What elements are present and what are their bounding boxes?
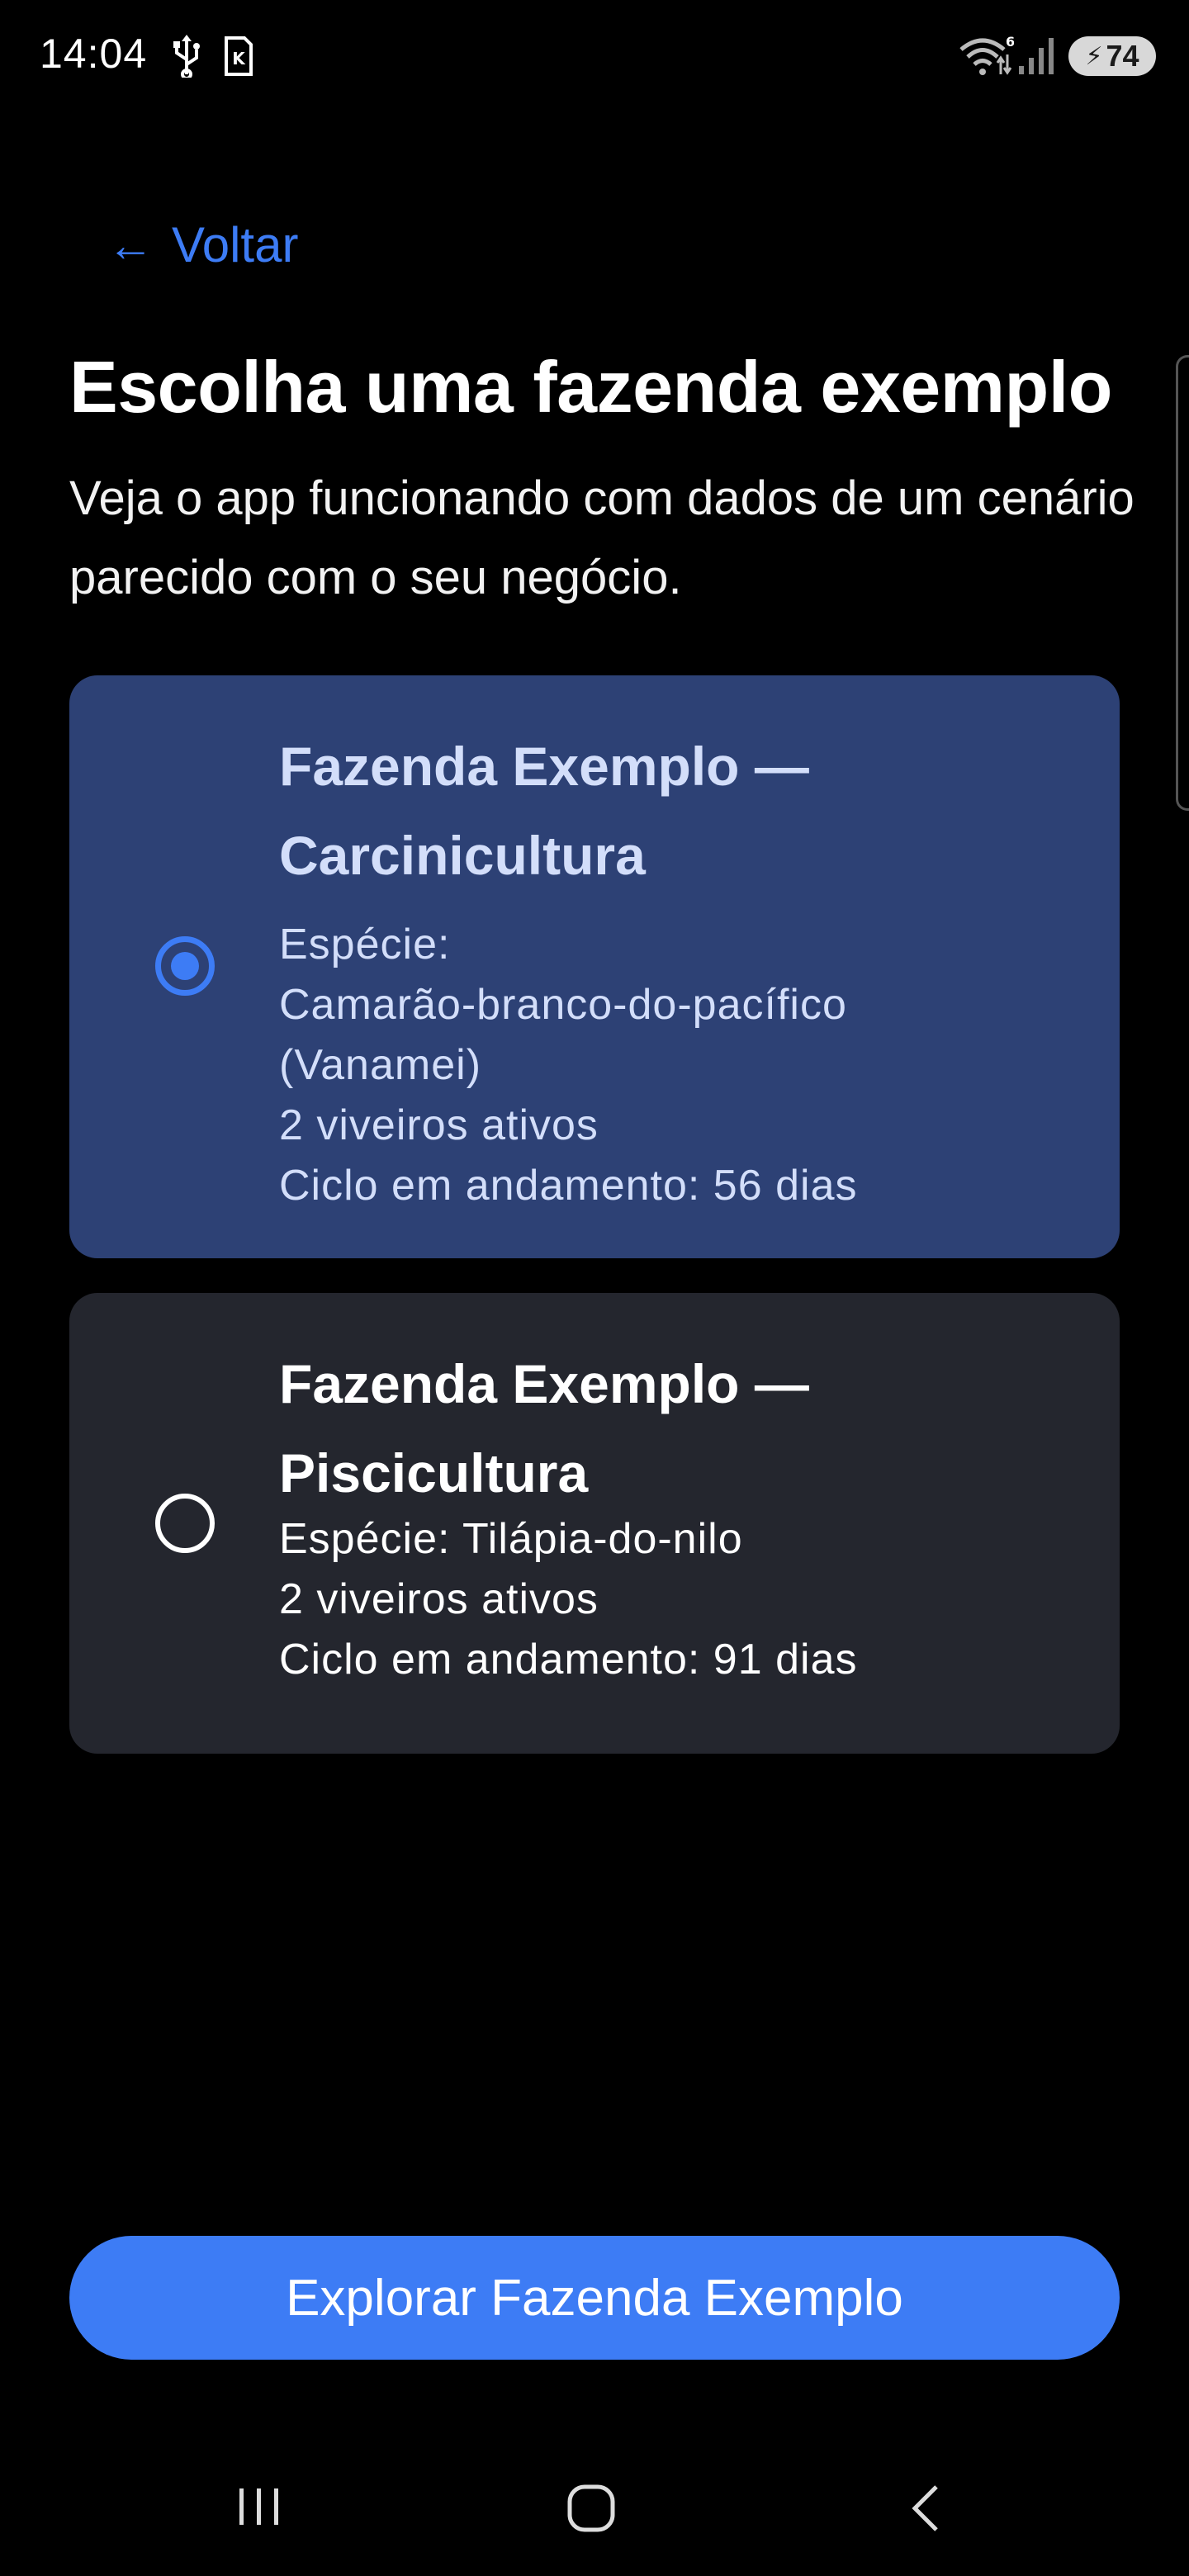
farm-species: Espécie: Tilápia-do-nilo bbox=[279, 1515, 743, 1563]
back-arrow-icon: ← bbox=[107, 219, 154, 271]
farm-title: Fazenda Exemplo — Piscicultura bbox=[279, 1353, 809, 1503]
status-time: 14:04 bbox=[40, 31, 148, 77]
farm-option-piscicultura[interactable]: Fazenda Exemplo — Piscicultura Espécie: … bbox=[69, 1293, 1120, 1754]
farm-species: Espécie: Camarão-branco-do-pacífico (Van… bbox=[279, 921, 847, 1089]
radio-unselected[interactable] bbox=[155, 1494, 215, 1553]
recent-apps-icon[interactable] bbox=[234, 2482, 284, 2531]
farm-option-carcinicultura[interactable]: Fazenda Exemplo — Carcinicultura Espécie… bbox=[69, 675, 1120, 1258]
battery-icon: ⚡ 74 bbox=[1068, 36, 1156, 76]
battery-level: 74 bbox=[1106, 39, 1139, 73]
page-subtitle: Veja o app funcionando com dados de um c… bbox=[69, 471, 1135, 604]
back-label: Voltar bbox=[172, 217, 299, 272]
usb-icon bbox=[173, 35, 200, 78]
navigation-bar bbox=[0, 2444, 1189, 2576]
svg-text:6: 6 bbox=[1006, 35, 1014, 50]
explore-farm-button[interactable]: Explorar Fazenda Exemplo bbox=[69, 2236, 1120, 2360]
home-icon[interactable] bbox=[565, 2482, 618, 2535]
charging-bolt-icon: ⚡ bbox=[1085, 42, 1103, 70]
farm-title: Fazenda Exemplo — Carcinicultura bbox=[279, 736, 809, 886]
farm-details: Espécie: Camarão-branco-do-pacífico (Van… bbox=[279, 915, 1072, 1216]
farm-details: Espécie: Tilápia-do-nilo 2 viveiros ativ… bbox=[279, 1509, 1072, 1690]
farm-cycle: Ciclo em andamento: 56 dias bbox=[279, 1162, 858, 1210]
page-title: Escolha uma fazenda exemplo bbox=[69, 346, 1112, 428]
sim-card-icon: K bbox=[225, 36, 253, 76]
svg-text:K: K bbox=[232, 49, 246, 69]
farm-ponds: 2 viveiros ativos bbox=[279, 1575, 599, 1623]
scroll-edge-indicator bbox=[1176, 355, 1189, 811]
back-link[interactable]: ← Voltar bbox=[107, 216, 298, 273]
radio-selected[interactable] bbox=[155, 936, 215, 996]
wifi-icon: 6 bbox=[959, 35, 1014, 75]
signal-icon bbox=[1019, 38, 1054, 74]
farm-cycle: Ciclo em andamento: 91 dias bbox=[279, 1636, 858, 1683]
back-icon[interactable] bbox=[905, 2482, 946, 2535]
farm-ponds: 2 viveiros ativos bbox=[279, 1101, 599, 1149]
status-bar: 14:04 K 6 ⚡ 74 bbox=[0, 0, 1189, 116]
